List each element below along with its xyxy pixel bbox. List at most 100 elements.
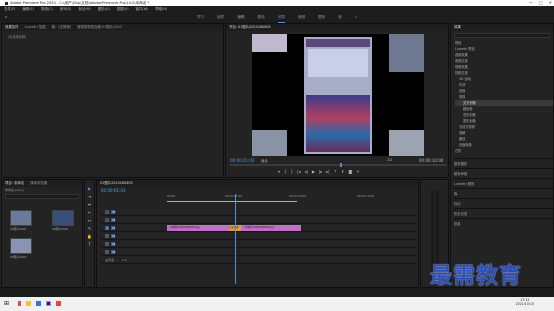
duration-timecode: 00:00:10:00	[419, 158, 444, 163]
step-back-icon[interactable]: ◂|	[304, 169, 307, 174]
workspace-libraries[interactable]: 库	[338, 12, 342, 23]
video-right-bottom-image	[389, 130, 424, 156]
app-icon-2[interactable]	[56, 301, 61, 306]
no-clip-label: （未选择剪辑）	[6, 35, 29, 39]
section-history[interactable]: 历史记录	[454, 208, 553, 218]
project-panel: 项目: 未命名 媒体浏览器 未命名.prproj 01图片2020 02图片20…	[1, 179, 83, 288]
track-select-tool-icon[interactable]: ⇥	[88, 194, 91, 199]
fit-dropdown[interactable]: 适合	[261, 158, 268, 163]
workspace-audio[interactable]: 音频	[298, 12, 305, 23]
tab-media-browser[interactable]: 媒体浏览器	[30, 180, 47, 187]
mark-in-icon[interactable]: {	[284, 169, 287, 174]
extract-icon[interactable]: ⇞	[341, 169, 344, 174]
clip-01[interactable]: 01图片2020180605.jpg	[241, 225, 301, 231]
tab-effect-controls[interactable]: 效果控件	[5, 24, 19, 31]
home-icon[interactable]: ⌂	[5, 12, 7, 23]
workspace-learn[interactable]: 学习	[197, 12, 204, 23]
workspace-color[interactable]: 颜色	[258, 12, 265, 23]
app-icon-1[interactable]	[18, 301, 21, 306]
effects-panel: 效果 预设 Lumetri 预设 音频效果 音频过渡 视频效果 视频过渡 3D …	[450, 23, 554, 288]
tab-effects[interactable]: 效果	[454, 24, 461, 31]
section-markers[interactable]: 标记	[454, 198, 553, 208]
slip-tool-icon[interactable]: ↔	[88, 218, 91, 223]
section-essential-graphics[interactable]: 基本图形	[454, 158, 553, 168]
workspace-editing[interactable]: 编辑	[237, 12, 244, 23]
clip-label-1: 01图片2020	[10, 227, 27, 231]
clock[interactable]: 17:12 2021/10/15	[516, 298, 534, 306]
ripple-edit-tool-icon[interactable]: ⇹	[88, 202, 91, 207]
playhead-timecode[interactable]: 00:00:01:03	[230, 158, 254, 163]
export-frame-icon[interactable]: ◙	[348, 169, 352, 174]
timeline-panel: 01图片2020180605 00:00:01:03 00:00 00:00:0…	[96, 179, 419, 288]
clip-thumbnail-1[interactable]	[10, 210, 32, 226]
step-forward-icon[interactable]: |▸	[319, 169, 322, 174]
effects-panel-tabs: 效果	[451, 24, 553, 31]
type-tool-icon[interactable]: T	[88, 242, 90, 247]
tab-lumetri-scopes[interactable]: Lumetri 范围	[25, 24, 46, 31]
section-libraries[interactable]: 库	[454, 188, 553, 198]
program-monitor-tabs: 节目: 01图片2020180605	[226, 24, 448, 31]
go-to-out-icon[interactable]: ▸|	[326, 169, 329, 174]
tab-program[interactable]: 节目: 01图片2020180605	[229, 24, 271, 31]
track-v1: ◎ V1 02图片2020180605.jpg 交叉划像 01图片20201806…	[101, 224, 416, 232]
resolution-dropdown[interactable]: 1/2	[387, 158, 392, 162]
clip-thumbnail-2[interactable]	[52, 210, 74, 226]
track-v3: ◎ V3	[101, 208, 416, 216]
source-panel-tabs: 效果控件 Lumetri 范围 源：(无剪辑) 音频剪辑混合器:01图片2020	[2, 24, 223, 31]
tab-project[interactable]: 项目: 未命名	[5, 180, 24, 187]
clip-label-2: 02图片2020	[52, 227, 69, 231]
windows-start-icon[interactable]: ⊞	[4, 300, 9, 307]
go-to-in-icon[interactable]: |◂	[297, 169, 300, 174]
clip-thumbnail-3[interactable]	[10, 238, 32, 254]
work-area-bar[interactable]	[167, 201, 297, 202]
section-essential-sound[interactable]: 基本声音	[454, 168, 553, 178]
premiere-app-icon	[5, 1, 8, 5]
window-title: Adobe Premiere Pro 2020 - C:\用户\Ghp\文档\A…	[10, 1, 150, 5]
tab-sequence[interactable]: 01图片2020180605	[100, 180, 133, 187]
project-panel-tabs: 项目: 未命名 媒体浏览器	[2, 180, 82, 187]
video-left-top-image	[252, 34, 287, 52]
windows-taskbar: ⊞ 17:12 2021/10/15	[0, 297, 554, 311]
razor-tool-icon[interactable]: ✂	[88, 210, 91, 215]
lift-icon[interactable]: ⇡	[334, 169, 337, 174]
section-info[interactable]: 信息	[454, 218, 553, 228]
video-left-bottom-image	[252, 130, 287, 156]
add-button-icon[interactable]: +	[356, 169, 359, 174]
track-a2: M A2	[101, 240, 416, 248]
browser-icon[interactable]	[36, 301, 41, 306]
project-search-input[interactable]	[5, 194, 79, 199]
timeline-timecode[interactable]: 00:00:01:03	[101, 188, 125, 193]
effects-sections: 基本图形 基本声音 Lumetri 颜色 库 标记 历史记录 信息	[451, 158, 553, 228]
marker-icon[interactable]: ▾	[278, 169, 280, 174]
file-explorer-icon[interactable]	[26, 301, 31, 306]
timeline-tabs: 01图片2020180605	[97, 180, 418, 187]
effects-search-input[interactable]	[454, 33, 550, 38]
ruler-label-10s: 00:00:10:00	[289, 194, 307, 198]
timeline-playhead[interactable]	[235, 194, 236, 284]
transport-controls: ▾ { } |◂ ◂| ▶ |▸ ▸| ⇡ ⇞ ◙ +	[278, 169, 360, 174]
mark-out-icon[interactable]: }	[291, 169, 294, 174]
track-list: ◎ V3 ◎ V2 ◎ V1 02图片2020180605.jpg 交叉划像 01图片…	[101, 208, 416, 264]
play-icon[interactable]: ▶	[312, 169, 315, 174]
section-lumetri-color[interactable]: Lumetri 颜色	[454, 178, 553, 188]
tree-item-obsolete[interactable]: 过时	[455, 148, 553, 154]
tab-source[interactable]: 源：(无剪辑)	[51, 24, 71, 31]
time-ruler[interactable]: 00:00 00:00:05:00 00:00:10:00 00:00:15:0…	[167, 194, 417, 200]
video-preview	[252, 34, 424, 156]
clip-label-3: 03图片2020	[10, 255, 27, 259]
tab-audio-mixer[interactable]: 音频剪辑混合器:01图片2020	[77, 24, 122, 31]
workspace-graphics[interactable]: 图形	[318, 12, 325, 23]
hand-tool-icon[interactable]: ✋	[87, 234, 92, 239]
workspace-bar: ⌂ 学习 组件 编辑 颜色 效果 音频 图形 库 »	[0, 12, 554, 23]
premiere-taskbar-icon[interactable]	[46, 301, 51, 306]
selection-tool-icon[interactable]: ▶	[88, 186, 91, 191]
workspace-effects[interactable]: 效果	[277, 12, 285, 23]
workspace-more[interactable]: »	[355, 12, 357, 23]
playhead-marker[interactable]	[340, 163, 342, 167]
project-file-name: 未命名.prproj	[5, 188, 24, 192]
video-right-top-image	[389, 34, 424, 72]
pen-tool-icon[interactable]: ✎	[88, 226, 91, 231]
clip-02[interactable]: 02图片2020180605.jpg	[167, 225, 231, 231]
workspace-assembly[interactable]: 组件	[217, 12, 224, 23]
scrub-bar[interactable]	[230, 163, 446, 167]
